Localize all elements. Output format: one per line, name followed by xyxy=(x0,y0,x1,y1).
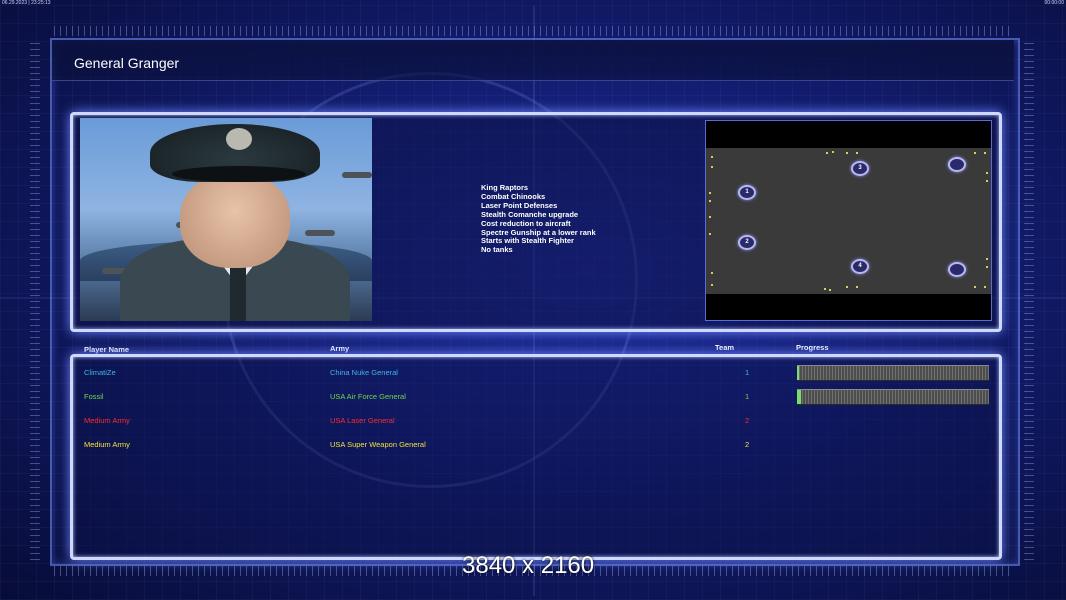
player-name: Medium Army xyxy=(84,416,130,425)
player-team: 2 xyxy=(745,416,750,425)
header-player-name: Player Name xyxy=(84,345,130,354)
map-resource-dot xyxy=(711,284,713,286)
player-name: ClimatiZe xyxy=(84,368,116,377)
map-resource-dot xyxy=(829,289,831,291)
map-resource-dot xyxy=(709,192,711,194)
player-army: USA Super Weapon General xyxy=(330,440,426,449)
map-resource-dot xyxy=(974,286,976,288)
map-resource-dot xyxy=(986,258,988,260)
map-resource-dot xyxy=(711,166,713,168)
map-resource-dot xyxy=(709,200,711,202)
map-resource-dot xyxy=(986,172,988,174)
map-terrain: 3 1 2 4 xyxy=(706,148,991,294)
progress-bar xyxy=(797,389,989,405)
map-resource-dot xyxy=(984,152,986,154)
general-portrait xyxy=(80,118,372,321)
map-resource-dot xyxy=(826,152,828,154)
map-resource-dot xyxy=(711,272,713,274)
spawn-marker-3: 3 xyxy=(851,161,869,176)
ruler-right xyxy=(1024,40,1034,560)
progress-fill xyxy=(797,390,801,404)
status-right-text: 00:00:00 xyxy=(1044,0,1064,6)
spawn-marker-2: 2 xyxy=(738,235,756,250)
general-feature-list: King Raptors Combat Chinooks Laser Point… xyxy=(481,183,596,255)
map-resource-dot xyxy=(709,233,711,235)
map-resource-dot xyxy=(856,286,858,288)
map-resource-dot xyxy=(709,216,711,218)
title-bar xyxy=(52,40,1014,81)
ruler-top xyxy=(54,26,1014,36)
map-resource-dot xyxy=(846,152,848,154)
progress-fill xyxy=(797,366,799,380)
header-progress: Progress xyxy=(796,343,829,352)
resolution-overlay: 3840 x 2160 xyxy=(462,552,595,579)
player-army: USA Laser General xyxy=(330,416,395,425)
general-title: General Granger xyxy=(74,55,180,71)
player-army: USA Air Force General xyxy=(330,392,406,401)
player-team: 2 xyxy=(745,440,750,449)
map-resource-dot xyxy=(856,152,858,154)
map-preview: 3 1 2 4 xyxy=(705,120,992,321)
progress-bar xyxy=(797,365,989,381)
feature-item: No tanks xyxy=(481,245,513,255)
status-strip: 06.29.2023 | 23:25:13 00:00:00 xyxy=(0,0,1066,6)
map-resource-dot xyxy=(832,151,834,153)
map-resource-dot xyxy=(846,286,848,288)
players-panel xyxy=(70,354,1002,560)
map-resource-dot xyxy=(986,180,988,182)
player-army: China Nuke General xyxy=(330,368,398,377)
map-resource-dot xyxy=(986,266,988,268)
spawn-marker xyxy=(948,262,966,277)
map-resource-dot xyxy=(824,288,826,290)
header-team: Team xyxy=(715,343,735,352)
player-team: 1 xyxy=(745,368,750,377)
ruler-left xyxy=(30,40,40,560)
spawn-marker xyxy=(948,157,966,172)
spawn-marker-1: 1 xyxy=(738,185,756,200)
spawn-marker-4: 4 xyxy=(851,259,869,274)
player-team: 1 xyxy=(745,392,750,401)
map-resource-dot xyxy=(711,156,713,158)
header-army: Army xyxy=(330,344,350,353)
map-resource-dot xyxy=(984,286,986,288)
player-name: Fossil xyxy=(84,392,104,401)
player-name: Medium Army xyxy=(84,440,130,449)
map-resource-dot xyxy=(974,152,976,154)
status-left-text: 06.29.2023 | 23:25:13 xyxy=(2,0,51,6)
